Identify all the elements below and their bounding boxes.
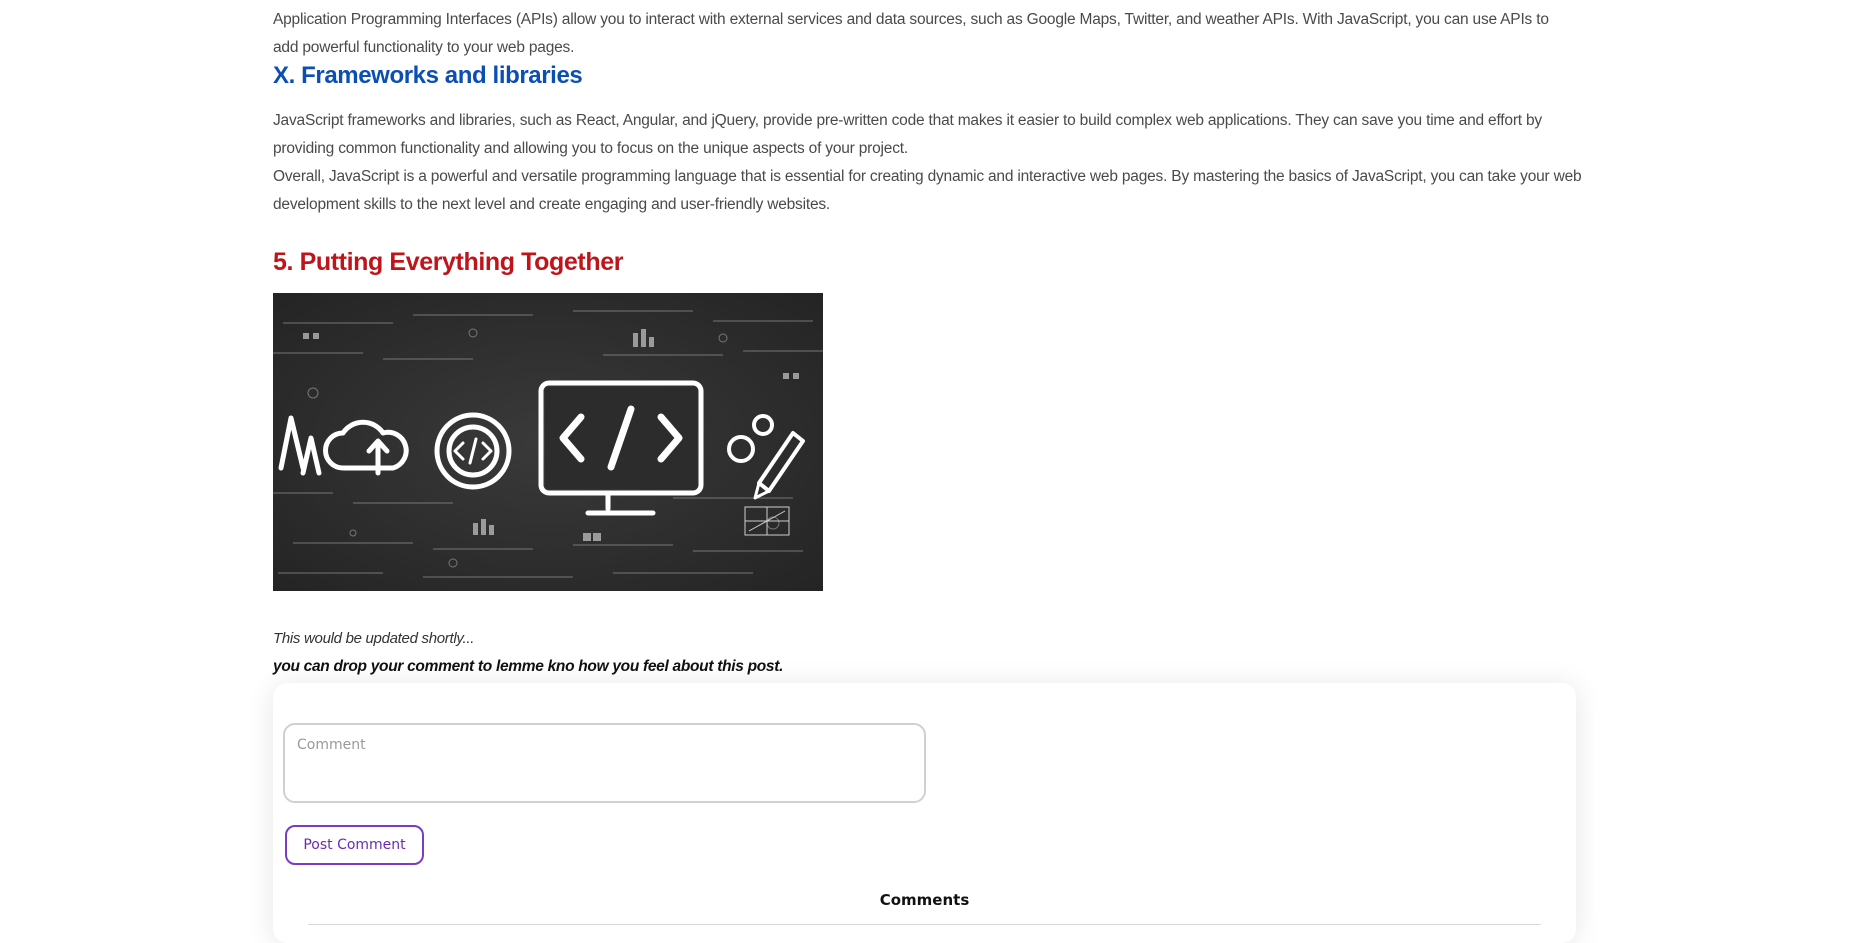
frameworks-paragraph: JavaScript frameworks and libraries, suc… bbox=[273, 112, 1542, 157]
apis-paragraph: Application Programming Interfaces (APIs… bbox=[273, 11, 1549, 56]
code-illustration-image bbox=[273, 293, 823, 591]
section5-heading: 5. Putting Everything Together bbox=[273, 248, 624, 276]
overall-paragraph: Overall, JavaScript is a powerful and ve… bbox=[273, 168, 1582, 213]
post-comment-button[interactable]: Post Comment bbox=[285, 825, 424, 865]
comments-title: Comments bbox=[879, 891, 970, 909]
comments-divider bbox=[308, 924, 1541, 925]
comment-prompt: you can drop your comment to lemme kno h… bbox=[273, 658, 784, 675]
comment-input[interactable] bbox=[283, 723, 926, 803]
comment-card: Post Comment Comments bbox=[273, 683, 1576, 943]
frameworks-heading: X. Frameworks and libraries bbox=[273, 62, 583, 89]
update-note: This would be updated shortly... bbox=[273, 630, 475, 647]
